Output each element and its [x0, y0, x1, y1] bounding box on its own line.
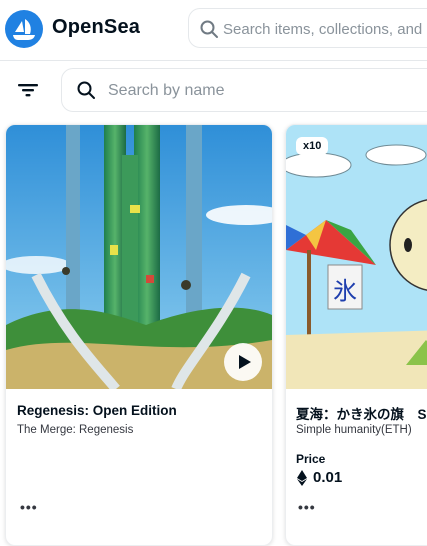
more-options-button[interactable]: ••• [20, 499, 38, 515]
opensea-logo-icon[interactable] [5, 10, 43, 48]
filter-icon[interactable] [14, 78, 42, 102]
nft-artwork[interactable]: 氷 [286, 125, 427, 389]
global-search[interactable] [188, 8, 427, 49]
name-search[interactable] [61, 68, 427, 113]
search-icon [77, 81, 95, 99]
nft-card[interactable]: Regenesis: Open Edition The Merge: Regen… [5, 124, 273, 546]
global-search-input[interactable] [221, 9, 427, 49]
banner-character: 氷 [333, 277, 357, 305]
collection-name[interactable]: Simple humanity(ETH) [296, 424, 412, 436]
top-nav: OpenSea [0, 0, 427, 61]
price-value: 0.01 [313, 469, 343, 486]
nft-card[interactable]: 氷 x10 夏海：かき氷の旗 Su Simple humanity(ETH) P… [285, 124, 427, 546]
play-button[interactable] [224, 343, 262, 381]
more-options-button[interactable]: ••• [298, 499, 316, 515]
price-label: Price [296, 452, 326, 466]
brand-name[interactable]: OpenSea [52, 16, 140, 39]
nft-title[interactable]: 夏海：かき氷の旗 Su [296, 403, 427, 423]
search-icon [200, 20, 218, 38]
nft-title[interactable]: Regenesis: Open Edition [17, 403, 177, 418]
play-icon [239, 355, 251, 369]
edition-count-badge: x10 [296, 137, 329, 155]
collection-name[interactable]: The Merge: Regenesis [17, 424, 133, 436]
name-search-input[interactable] [106, 69, 427, 113]
ethereum-icon [297, 470, 307, 486]
